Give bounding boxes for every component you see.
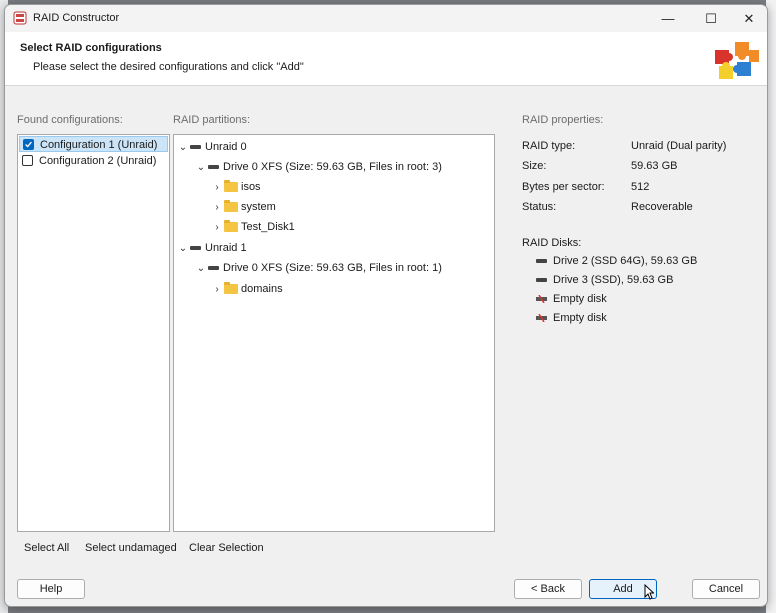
configurations-list[interactable]: Configuration 1 (Unraid) Configuration 2… xyxy=(17,134,170,532)
broken-disk-icon xyxy=(536,314,547,323)
header-subtitle: Please select the desired configurations… xyxy=(33,61,304,73)
tree-node-label: Test_Disk1 xyxy=(241,221,295,233)
drive-icon xyxy=(536,278,547,283)
chevron-right-icon[interactable]: › xyxy=(210,281,224,299)
maximize-button[interactable]: ☐ xyxy=(691,5,731,32)
folder-icon xyxy=(224,180,238,193)
tree-node-folder[interactable]: › isos xyxy=(210,178,261,196)
back-button[interactable]: < Back xyxy=(514,579,582,599)
configuration-label: Configuration 1 (Unraid) xyxy=(40,139,158,151)
size-value: 59.63 GB xyxy=(631,160,678,172)
bytes-per-sector-key: Bytes per sector: xyxy=(522,181,605,193)
chevron-down-icon[interactable]: ⌄ xyxy=(176,240,190,258)
raid-disk-label: Drive 2 (SSD 64G), 59.63 GB xyxy=(553,255,698,267)
tree-node-unraid-0[interactable]: ⌄ Unraid 0 xyxy=(176,138,247,156)
raid-type-value: Unraid (Dual parity) xyxy=(631,140,727,152)
tree-node-label: Drive 0 XFS (Size: 59.63 GB, Files in ro… xyxy=(223,161,442,173)
raid-disk-label: Empty disk xyxy=(553,312,607,324)
found-configurations-label: Found configurations: xyxy=(17,114,123,126)
chevron-right-icon[interactable]: › xyxy=(210,199,224,217)
raid-disk-item: Empty disk xyxy=(536,293,607,305)
tree-node-folder[interactable]: › Test_Disk1 xyxy=(210,218,295,236)
puzzle-pieces-icon xyxy=(715,42,759,79)
select-undamaged-link[interactable]: Select undamaged xyxy=(85,542,177,554)
chevron-down-icon[interactable]: ⌄ xyxy=(176,139,190,157)
close-button[interactable]: ✕ xyxy=(729,5,767,32)
tree-node-drive[interactable]: ⌄ Drive 0 XFS (Size: 59.63 GB, Files in r… xyxy=(194,158,442,176)
chevron-down-icon[interactable]: ⌄ xyxy=(194,260,208,278)
raid-disk-label: Drive 3 (SSD), 59.63 GB xyxy=(553,274,674,286)
tree-node-label: system xyxy=(241,201,276,213)
tree-node-label: Unraid 1 xyxy=(205,242,247,254)
checkbox-unchecked[interactable] xyxy=(22,155,33,166)
tree-node-label: Drive 0 XFS (Size: 59.63 GB, Files in ro… xyxy=(223,262,442,274)
checkmark-icon xyxy=(25,141,32,148)
raid-disks-label: RAID Disks: xyxy=(522,237,582,249)
raid-properties-label: RAID properties: xyxy=(522,114,604,126)
select-all-link[interactable]: Select All xyxy=(24,542,69,554)
raid-partitions-label: RAID partitions: xyxy=(173,114,251,126)
tree-node-unraid-1[interactable]: ⌄ Unraid 1 xyxy=(176,239,247,257)
raid-icon xyxy=(190,145,201,150)
configuration-item[interactable]: Configuration 1 (Unraid) xyxy=(19,136,168,152)
configuration-item[interactable]: Configuration 2 (Unraid) xyxy=(19,153,168,169)
chevron-down-icon[interactable]: ⌄ xyxy=(194,159,208,177)
tree-node-folder[interactable]: › system xyxy=(210,198,276,216)
raid-constructor-dialog: RAID Constructor — ☐ ✕ Select RAID confi… xyxy=(4,4,768,607)
raid-disk-item: Empty disk xyxy=(536,312,607,324)
checkbox-checked[interactable] xyxy=(23,139,34,150)
bytes-per-sector-value: 512 xyxy=(631,181,650,193)
header-title: Select RAID configurations xyxy=(20,42,162,54)
drive-icon xyxy=(208,266,219,271)
tree-node-label: domains xyxy=(241,283,283,295)
chevron-right-icon[interactable]: › xyxy=(210,219,224,237)
tree-node-drive[interactable]: ⌄ Drive 0 XFS (Size: 59.63 GB, Files in r… xyxy=(194,259,442,277)
window-title: RAID Constructor xyxy=(33,12,120,24)
size-key: Size: xyxy=(522,160,547,172)
folder-icon xyxy=(224,220,238,233)
tree-node-label: Unraid 0 xyxy=(205,141,247,153)
raid-disk-item: Drive 3 (SSD), 59.63 GB xyxy=(536,274,673,286)
drive-icon xyxy=(536,259,547,264)
help-button[interactable]: Help xyxy=(17,579,85,599)
raid-partitions-tree[interactable]: ⌄ Unraid 0 ⌄ Drive 0 XFS (Size: 59.63 GB, … xyxy=(173,134,495,532)
broken-disk-icon xyxy=(536,295,547,304)
configuration-label: Configuration 2 (Unraid) xyxy=(39,155,157,167)
cancel-button[interactable]: Cancel xyxy=(692,579,760,599)
status-value: Recoverable xyxy=(631,201,693,213)
chevron-right-icon[interactable]: › xyxy=(210,179,224,197)
mouse-cursor-icon xyxy=(644,584,654,600)
minimize-button[interactable]: — xyxy=(648,5,688,32)
tree-node-label: isos xyxy=(241,181,261,193)
title-bar: RAID Constructor — ☐ ✕ xyxy=(5,5,767,32)
folder-icon xyxy=(224,200,238,213)
clear-selection-link[interactable]: Clear Selection xyxy=(189,542,264,554)
raid-disk-label: Empty disk xyxy=(553,293,607,305)
drive-icon xyxy=(208,165,219,170)
raid-type-key: RAID type: xyxy=(522,140,576,152)
raid-constructor-app-icon xyxy=(13,11,27,25)
tree-node-folder[interactable]: › domains xyxy=(210,280,283,298)
raid-disk-item: Drive 2 (SSD 64G), 59.63 GB xyxy=(536,255,697,267)
dialog-header: Select RAID configurations Please select… xyxy=(5,32,767,86)
status-key: Status: xyxy=(522,201,557,213)
folder-icon xyxy=(224,282,238,295)
raid-icon xyxy=(190,246,201,251)
